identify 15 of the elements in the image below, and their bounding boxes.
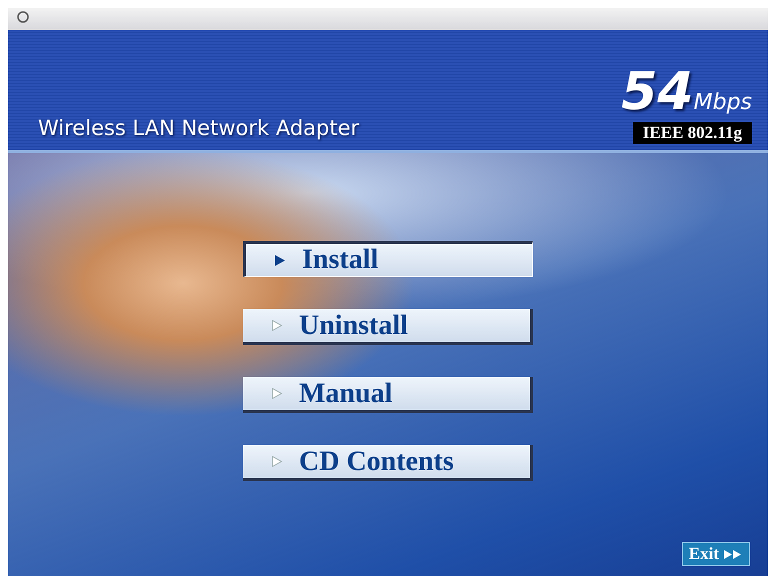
exit-button[interactable]: Exit bbox=[682, 542, 750, 566]
menu-button[interactable]: CD Contents bbox=[243, 445, 533, 481]
menu-button[interactable]: Install bbox=[243, 241, 533, 277]
menu-button[interactable]: Uninstall bbox=[243, 309, 533, 345]
speed-number: 54 bbox=[621, 66, 694, 118]
menu-button[interactable]: Manual bbox=[243, 377, 533, 413]
speed-unit: Mbps bbox=[694, 89, 752, 118]
standard-label: IEEE 802.11g bbox=[632, 122, 752, 144]
double-arrow-icon bbox=[723, 548, 743, 560]
ring-icon bbox=[16, 10, 30, 24]
triangle-icon bbox=[271, 319, 283, 332]
product-title: Wireless LAN Network Adapter bbox=[38, 116, 360, 142]
triangle-icon bbox=[271, 455, 283, 468]
triangle-icon bbox=[271, 387, 283, 400]
triangle-icon bbox=[274, 254, 286, 266]
